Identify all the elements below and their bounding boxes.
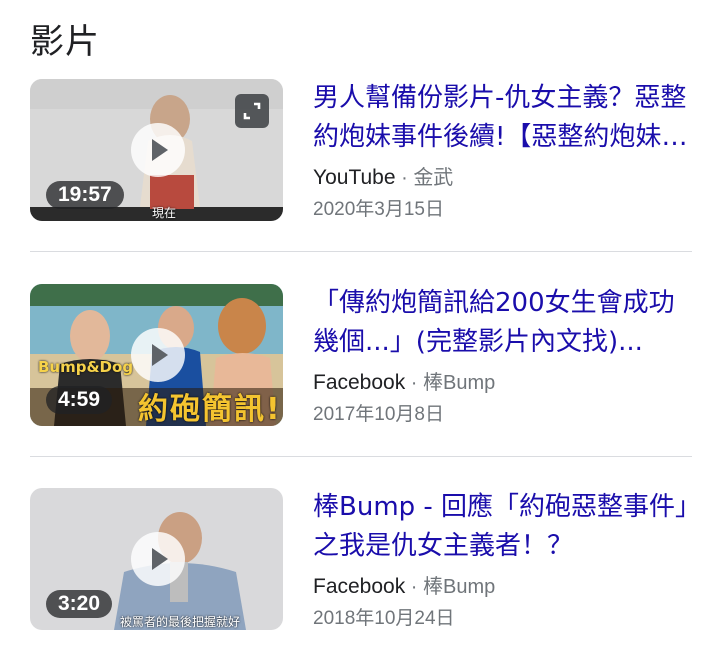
video-meta: YouTube · 金武 [313,161,453,190]
video-result[interactable]: 被罵者的最後把握就好 3:20 棒Bump - 回應「約砲惡整事件」之我是仇女主… [30,488,692,634]
video-source: Facebook [313,575,406,598]
meta-separator: · [405,372,424,394]
video-date: 2018年10月24日 [313,608,455,629]
video-duration: 19:57 [46,181,124,209]
video-source: Facebook [313,371,406,394]
play-icon[interactable] [131,328,185,382]
video-meta: Facebook · 棒Bump [313,570,495,599]
video-caption: 現在 [152,206,177,220]
video-title-link[interactable]: 男人幫備份影片-仇女主義？惡整約炮妹事件後續!【惡整約炮妹事件】 [313,79,693,157]
video-title-link[interactable]: 「傳約炮簡訊給200女生會成功幾個...」(完整影片內文找)... [313,284,693,362]
video-channel: 棒Bump [423,372,496,394]
video-thumbnail[interactable]: 現在 19:57 [30,79,283,221]
result-divider [30,251,692,252]
meta-separator: · [395,167,414,189]
play-icon[interactable] [131,123,185,177]
video-duration: 4:59 [46,386,113,414]
video-thumbnail[interactable]: 被罵者的最後把握就好 3:20 [30,488,283,630]
video-meta: Facebook · 棒Bump [313,366,495,395]
play-icon[interactable] [131,532,185,586]
video-overlay-text: Bump&Dog [38,358,134,376]
video-caption: 被罵者的最後把握就好 [120,615,241,629]
expand-icon[interactable] [235,94,269,128]
video-date: 2017年10月8日 [313,404,444,425]
video-duration: 3:20 [46,590,113,618]
meta-separator: · [405,576,424,598]
video-date: 2020年3月15日 [313,199,444,220]
video-banner-text: 約砲簡訊! [138,392,282,426]
video-thumbnail[interactable]: Bump&Dog 約砲簡訊! 4:59 [30,284,283,426]
video-result[interactable]: Bump&Dog 約砲簡訊! 4:59 「傳約炮簡訊給200女生會成功幾個...… [30,284,692,430]
video-result[interactable]: 現在 19:57 男人幫備份影片-仇女主義？惡整約炮妹事件後續!【惡整約炮妹事件… [30,79,692,225]
result-divider [30,456,692,457]
video-source: YouTube [313,166,396,189]
video-title-link[interactable]: 棒Bump - 回應「約砲惡整事件」之我是仇女主義者！？ [313,488,693,566]
video-channel: 棒Bump [423,576,496,598]
section-title: 影片 [30,22,100,62]
video-channel: 金武 [413,167,454,189]
